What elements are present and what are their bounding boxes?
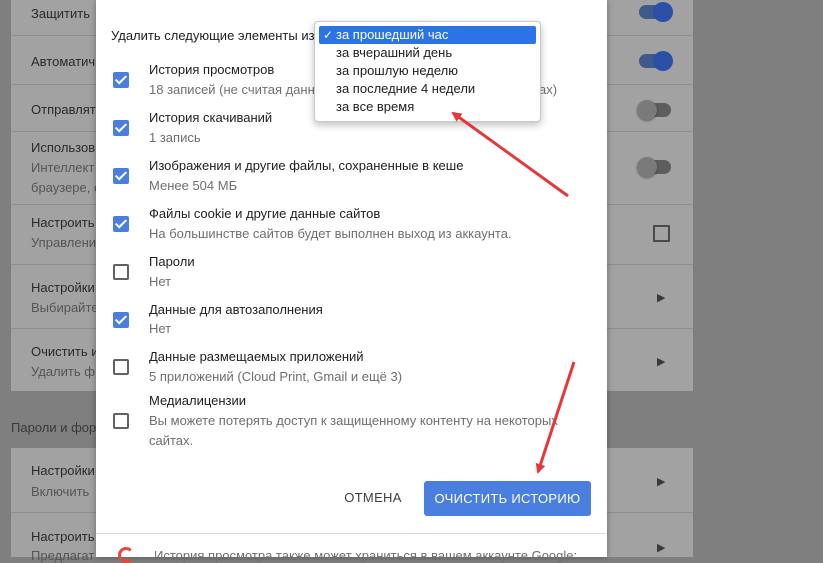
arrow-to-clear-button bbox=[535, 361, 576, 474]
arrow-to-dropdown bbox=[451, 111, 569, 198]
annotation-arrows bbox=[451, 111, 576, 474]
